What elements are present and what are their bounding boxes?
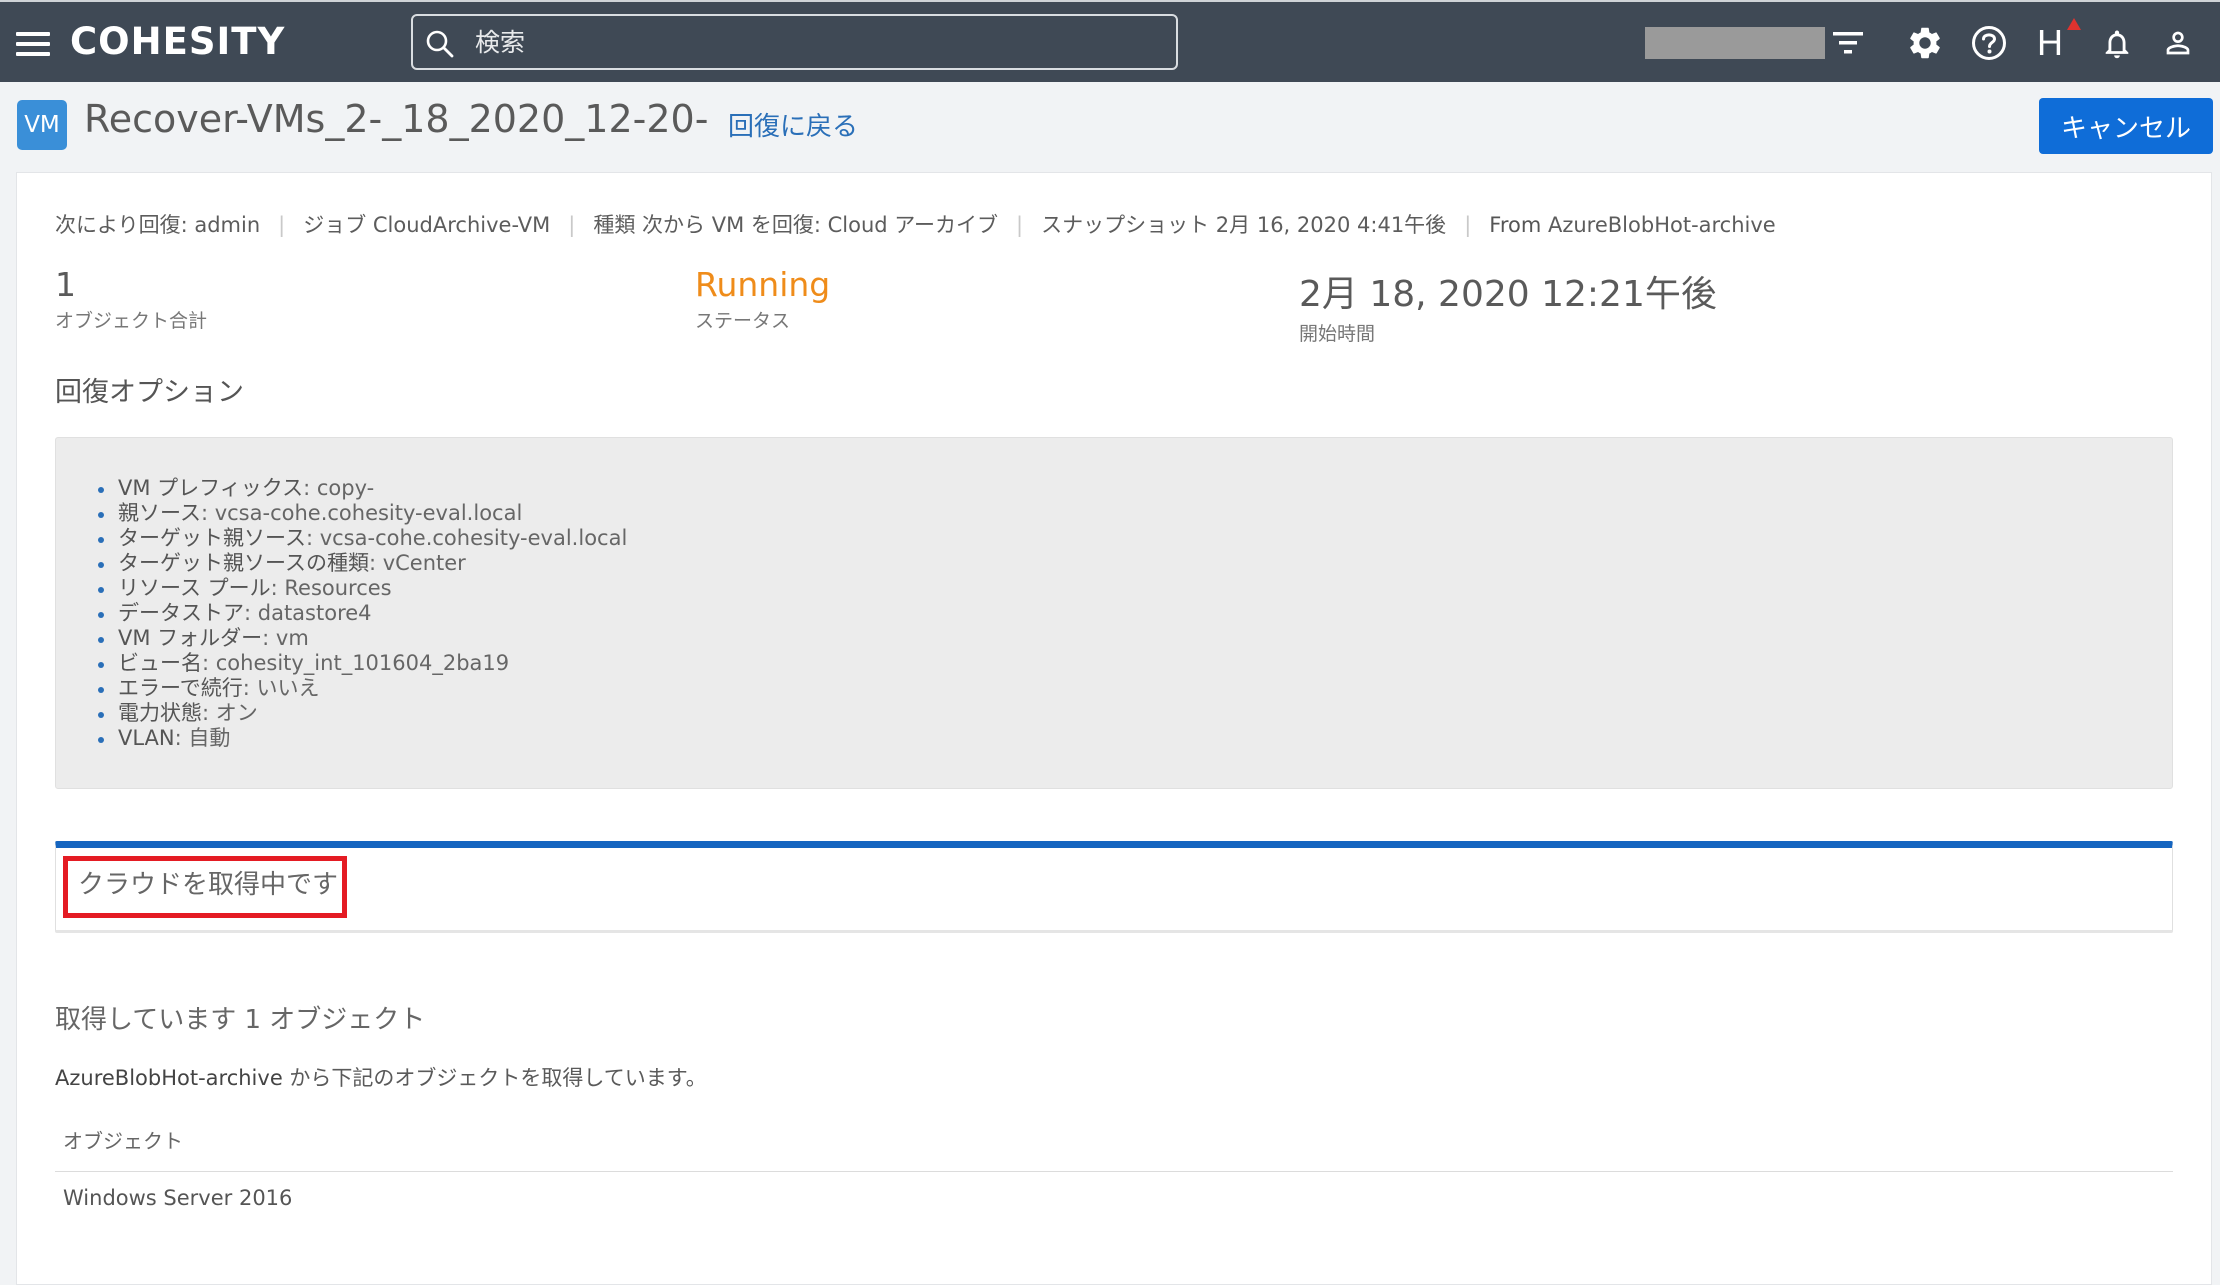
vm-badge-icon: VM [17, 100, 67, 150]
status-label: ステータス [695, 310, 791, 332]
option-item: データストア: datastore4 [97, 601, 627, 626]
objects-total-value: 1 [55, 265, 76, 304]
table-divider [55, 1171, 2173, 1172]
meta-from-value: AzureBlobHot-archive [1547, 213, 1776, 237]
meta-job: ジョブ CloudArchive-VM [303, 213, 551, 237]
profile-initial[interactable]: H [2037, 22, 2063, 64]
retrieve-description: AzureBlobHot-archive から下記のオブジェクトを取得しています… [55, 1062, 707, 1092]
progress-status-text: クラウドを取得中です [78, 870, 339, 900]
option-item: ターゲット親ソース: vcsa-cohe.cohesity-eval.local [97, 526, 628, 550]
recovery-meta: 次により回復: admin | ジョブ CloudArchive-VM | 種類 次から… [55, 213, 1776, 237]
table-row: Windows Server 2016 [63, 1186, 293, 1210]
top-bar: COHESITY H [0, 0, 2220, 82]
option-item: リソース プール: Resources [97, 576, 627, 601]
retrieve-desc-text: から下記のオブジェクトを取得しています。 [282, 1066, 707, 1090]
meta-from-label: From [1489, 213, 1542, 237]
option-item: 電力状態: オン [97, 701, 627, 726]
user-icon[interactable] [2161, 26, 2195, 60]
option-item: 親ソース: vcsa-cohe.cohesity-eval.local [97, 501, 627, 526]
option-item: VM フォルダー: vm [97, 626, 627, 651]
start-time-value: 2月 18, 2020 12:21午後 [1299, 274, 1717, 315]
search-input[interactable] [475, 24, 1155, 60]
meta-snapshot: スナップショット 2月 16, 2020 4:41午後 [1041, 213, 1447, 237]
bell-icon[interactable] [2100, 26, 2134, 62]
option-item: ターゲット親ソースの種類: vCenter [97, 551, 627, 576]
recovery-options-title: 回復オプション [55, 377, 244, 408]
logo[interactable]: COHESITY [70, 20, 285, 63]
back-to-recovery-link[interactable]: 回復に戻る [728, 106, 858, 143]
stat-status: Running ステータス [695, 265, 830, 333]
option-item: エラーで続行: いいえ [97, 676, 627, 701]
recovery-options-box: VM プレフィックス: copy- 親ソース: vcsa-cohe.cohesi… [55, 437, 2173, 789]
alert-icon [2067, 18, 2081, 30]
option-item: VM プレフィックス: copy- [97, 476, 627, 501]
retrieve-title: 取得しています 1 オブジェクト [55, 1005, 426, 1035]
start-time-label: 開始時間 [1299, 323, 1376, 345]
retrieve-source: AzureBlobHot-archive [55, 1066, 283, 1090]
filter-icon[interactable] [1833, 30, 1865, 56]
stat-objects: 1 オブジェクト合計 [55, 265, 207, 333]
option-item: VLAN: 自動 [97, 726, 627, 751]
meta-type: 種類 次から VM を回復: Cloud アーカイブ [593, 213, 999, 237]
cancel-button[interactable]: キャンセル [2039, 98, 2213, 154]
status-value: Running [695, 265, 831, 304]
menu-icon[interactable] [16, 32, 50, 58]
option-item: ビュー名: cohesity_int_101604_2ba19 [97, 651, 627, 676]
meta-recovered-by: 次により回復: admin [55, 213, 261, 237]
gear-icon[interactable] [1906, 24, 1944, 62]
page-title: Recover-VMs_2-_18_2020_12-20- [84, 97, 709, 141]
cluster-selector[interactable] [1645, 27, 1825, 59]
progress-card: クラウドを取得中です [55, 841, 2173, 933]
objects-total-label: オブジェクト合計 [55, 310, 208, 332]
stat-start-time: 2月 18, 2020 12:21午後 開始時間 [1299, 265, 1717, 346]
objects-column-header: オブジェクト [63, 1129, 183, 1153]
recovery-details-card: 次により回復: admin | ジョブ CloudArchive-VM | 種類 次から… [16, 172, 2212, 1285]
recovery-options-list: VM プレフィックス: copy- 親ソース: vcsa-cohe.cohesi… [97, 476, 628, 751]
search-icon [426, 30, 454, 58]
search-bar[interactable] [411, 14, 1178, 70]
help-icon[interactable] [1970, 24, 2008, 62]
